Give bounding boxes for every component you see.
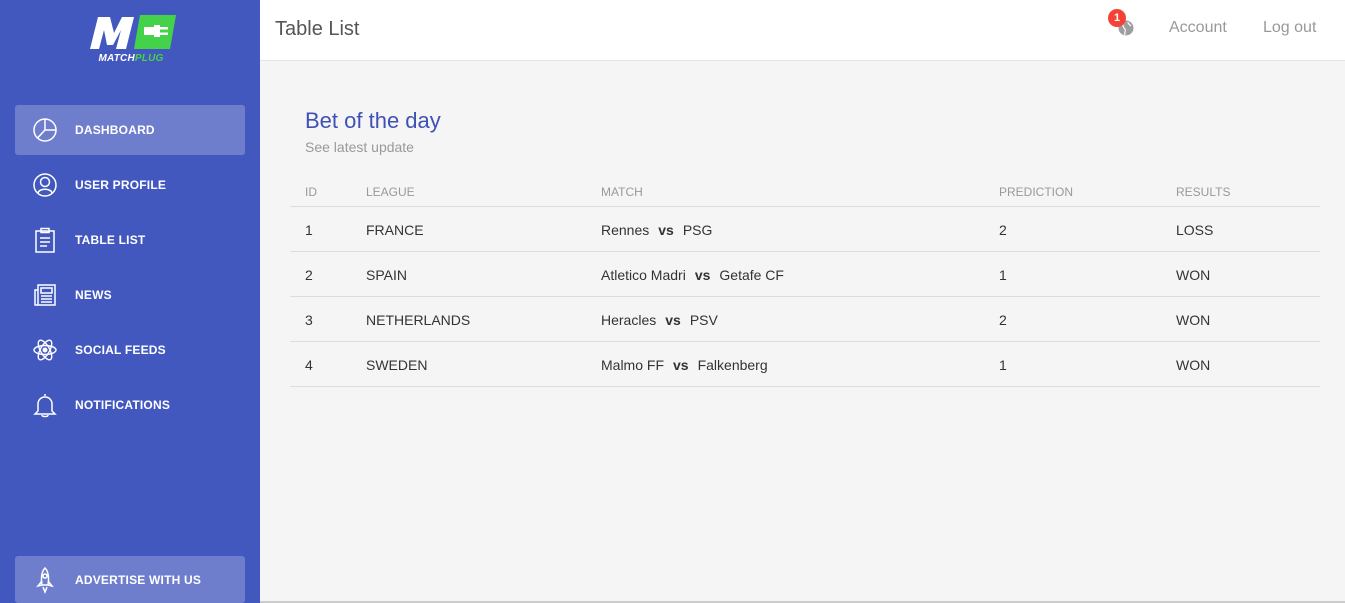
cell-prediction: 2 xyxy=(999,222,1007,238)
cell-id: 3 xyxy=(305,312,313,328)
vs-label: vs xyxy=(658,222,674,238)
page-title: Table List xyxy=(275,18,360,40)
sidebar-item-news[interactable]: NEWS xyxy=(15,270,245,320)
cell-result: WON xyxy=(1176,357,1211,373)
sidebar-item-advertise[interactable]: ADVERTISE WITH US xyxy=(15,556,245,603)
sidebar-item-label: TABLE LIST xyxy=(75,233,146,247)
home-team: Rennes xyxy=(601,222,650,238)
table-row: 3 NETHERLANDS Heracles vs PSV 2 WON xyxy=(290,297,1320,342)
sidebar: MATCHPLUG DASHBOARD USER PROFILE TABLE L… xyxy=(0,0,260,603)
top-navbar: Table List 1 Account Log out xyxy=(260,0,1345,61)
cell-prediction: 2 xyxy=(999,312,1007,328)
sidebar-item-label: NOTIFICATIONS xyxy=(75,398,171,412)
cell-id: 2 xyxy=(305,267,313,283)
bets-table: ID LEAGUE MATCH PREDICTION RESULTS 1 FRA… xyxy=(290,177,1320,387)
home-team: Malmo FF xyxy=(601,357,664,373)
rocket-icon xyxy=(31,566,59,594)
cell-result: WON xyxy=(1176,267,1211,283)
cell-match: Malmo FF vs Falkenberg xyxy=(601,357,768,373)
main-content: Bet of the day See latest update ID LEAG… xyxy=(260,61,1345,603)
clipboard-icon xyxy=(31,226,59,254)
vs-label: vs xyxy=(665,312,681,328)
pie-chart-icon xyxy=(31,116,59,144)
away-team: Falkenberg xyxy=(697,357,768,373)
newspaper-icon xyxy=(31,281,59,309)
sidebar-item-table-list[interactable]: TABLE LIST xyxy=(15,215,245,265)
table-row: 1 FRANCE Rennes vs PSG 2 LOSS xyxy=(290,207,1320,252)
cell-result: LOSS xyxy=(1176,222,1214,238)
logout-link[interactable]: Log out xyxy=(1263,19,1316,37)
sidebar-item-user-profile[interactable]: USER PROFILE xyxy=(15,160,245,210)
column-header-match: MATCH xyxy=(601,185,643,199)
away-team: PSV xyxy=(689,312,718,328)
column-header-id: ID xyxy=(305,185,317,199)
cell-match: Atletico Madri vs Getafe CF xyxy=(601,267,784,283)
bell-icon xyxy=(31,391,59,419)
away-team: Getafe CF xyxy=(719,267,784,283)
cell-league: SWEDEN xyxy=(366,357,428,373)
vs-label: vs xyxy=(673,357,689,373)
table-header: ID LEAGUE MATCH PREDICTION RESULTS xyxy=(290,177,1320,207)
cell-league: NETHERLANDS xyxy=(366,312,471,328)
vs-label: vs xyxy=(694,267,711,283)
sidebar-item-dashboard[interactable]: DASHBOARD xyxy=(15,105,245,155)
cell-prediction: 1 xyxy=(999,357,1007,373)
card-title: Bet of the day xyxy=(305,108,441,133)
cell-match: Rennes vs PSG xyxy=(601,222,712,238)
notifications-button[interactable]: 1 xyxy=(1108,9,1139,40)
cell-result: WON xyxy=(1176,312,1211,328)
account-link[interactable]: Account xyxy=(1169,19,1227,37)
cell-match: Heracles vs PSV xyxy=(601,312,718,328)
sidebar-item-label: ADVERTISE WITH US xyxy=(75,572,202,587)
cell-id: 1 xyxy=(305,222,313,238)
logo[interactable]: MATCHPLUG xyxy=(84,13,178,67)
cell-league: SPAIN xyxy=(366,267,407,283)
atom-icon xyxy=(31,336,59,364)
away-team: PSG xyxy=(682,222,713,238)
logo-wordmark: MATCHPLUG xyxy=(98,53,164,64)
card-subtitle: See latest update xyxy=(305,139,414,155)
cell-id: 4 xyxy=(305,357,313,373)
sidebar-item-label: DASHBOARD xyxy=(75,123,155,137)
table-row: 4 SWEDEN Malmo FF vs Falkenberg 1 WON xyxy=(290,342,1320,387)
home-team: Heracles xyxy=(601,312,657,328)
sidebar-item-social-feeds[interactable]: SOCIAL FEEDS xyxy=(15,325,245,375)
sidebar-item-label: USER PROFILE xyxy=(75,178,167,192)
sidebar-item-label: NEWS xyxy=(75,288,112,302)
cell-league: FRANCE xyxy=(366,222,424,238)
cell-prediction: 1 xyxy=(999,267,1007,283)
column-header-prediction: PREDICTION xyxy=(999,185,1074,199)
column-header-league: LEAGUE xyxy=(366,185,415,199)
column-header-results: RESULTS xyxy=(1176,185,1231,199)
home-team: Atletico Madri xyxy=(601,267,686,283)
table-row: 2 SPAIN Atletico Madri vs Getafe CF 1 WON xyxy=(290,252,1320,297)
sidebar-item-label: SOCIAL FEEDS xyxy=(75,343,166,357)
matchplug-logo-icon xyxy=(90,15,176,49)
sidebar-item-notifications[interactable]: NOTIFICATIONS xyxy=(15,380,245,430)
user-icon xyxy=(31,171,59,199)
sidebar-nav: DASHBOARD USER PROFILE TABLE LIST NEWS S… xyxy=(15,105,245,435)
notification-count-badge: 1 xyxy=(1108,9,1126,27)
